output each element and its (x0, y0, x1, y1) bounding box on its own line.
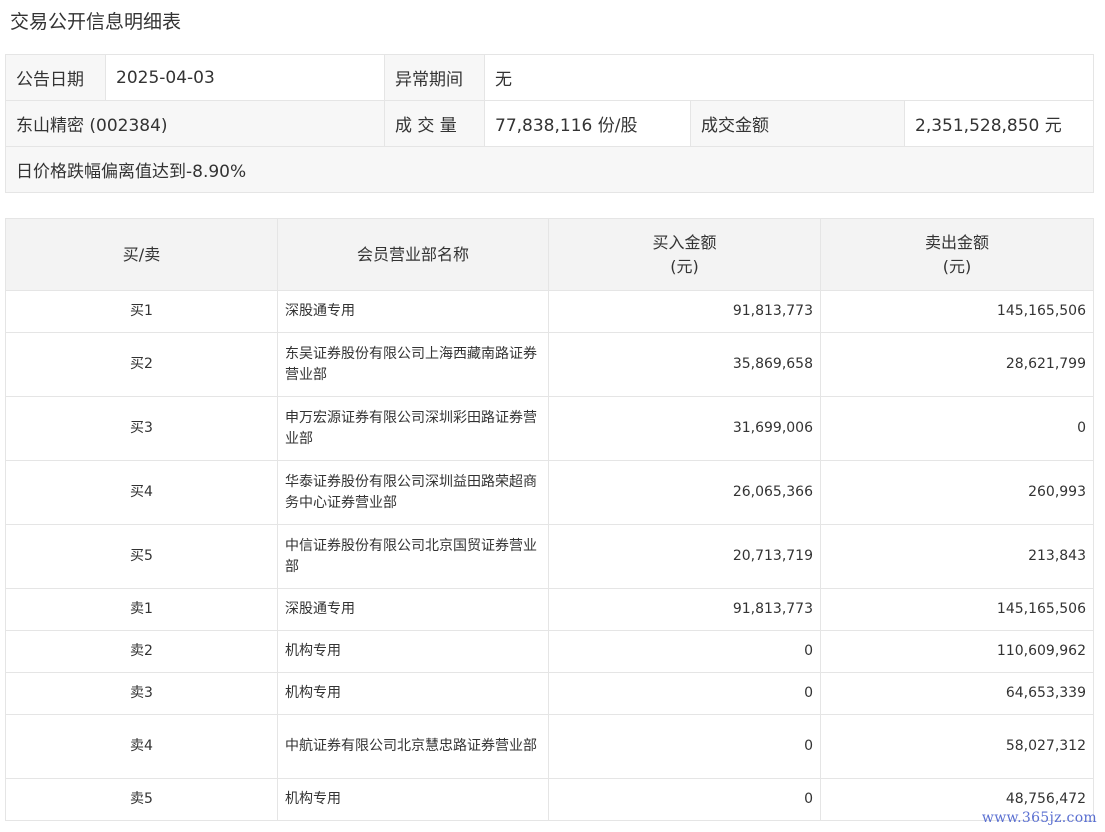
row-buy-amount: 31,699,006 (548, 396, 821, 461)
table-row: 买5 中信证券股份有限公司北京国贸证券营业部 20,713,719 213,84… (5, 524, 1094, 589)
abnormal-period-value: 无 (483, 54, 1095, 101)
amount-value: 2,351,528,850 元 (903, 100, 1095, 147)
announcement-date-label: 公告日期 (5, 54, 106, 101)
volume-label: 成 交 量 (384, 100, 485, 147)
row-side: 卖1 (5, 588, 278, 631)
row-buy-amount: 0 (548, 672, 821, 715)
row-side: 买5 (5, 524, 278, 589)
volume-value: 77,838,116 份/股 (484, 100, 691, 147)
row-broker: 东吴证券股份有限公司上海西藏南路证券营业部 (277, 332, 549, 397)
table-row: 卖3 机构专用 0 64,653,339 (5, 672, 1094, 715)
trading-detail-table: 买/卖 会员营业部名称 买入金额 (元) 卖出金额 (元) 买1 深股通专用 91,… (5, 218, 1094, 821)
row-buy-amount: 0 (548, 778, 821, 821)
row-broker: 深股通专用 (277, 290, 549, 333)
row-side: 买1 (5, 290, 278, 333)
row-sell-amount: 145,165,506 (820, 290, 1094, 333)
row-broker: 中信证券股份有限公司北京国贸证券营业部 (277, 524, 549, 589)
row-sell-amount: 110,609,962 (820, 630, 1094, 673)
row-broker: 华泰证券股份有限公司深圳益田路荣超商务中心证券营业部 (277, 460, 549, 525)
row-side: 买2 (5, 332, 278, 397)
header-side: 买/卖 (5, 218, 278, 291)
row-broker: 机构专用 (277, 672, 549, 715)
table-row: 买1 深股通专用 91,813,773 145,165,506 (5, 290, 1094, 333)
site-watermark: www.365jz.com (981, 810, 1097, 826)
row-sell-amount: 58,027,312 (820, 714, 1094, 779)
row-side: 卖4 (5, 714, 278, 779)
row-sell-amount: 213,843 (820, 524, 1094, 589)
row-buy-amount: 26,065,366 (548, 460, 821, 525)
table-row: 买4 华泰证券股份有限公司深圳益田路荣超商务中心证券营业部 26,065,366… (5, 460, 1094, 525)
row-buy-amount: 91,813,773 (548, 290, 821, 333)
table-row: 买2 东吴证券股份有限公司上海西藏南路证券营业部 35,869,658 28,6… (5, 332, 1094, 397)
row-broker: 申万宏源证券有限公司深圳彩田路证券营业部 (277, 396, 549, 461)
row-sell-amount: 145,165,506 (820, 588, 1094, 631)
row-sell-amount: 28,621,799 (820, 332, 1094, 397)
row-broker: 机构专用 (277, 630, 549, 673)
announcement-info-table: 公告日期 2025-04-03 异常期间 无 东山精密 (002384) 成 交… (4, 54, 1095, 193)
table-row: 卖4 中航证券有限公司北京慧忠路证券营业部 0 58,027,312 (5, 714, 1094, 779)
deviation-note: 日价格跌幅偏离值达到-8.90% (4, 146, 1095, 193)
table-row: 卖1 深股通专用 91,813,773 145,165,506 (5, 588, 1094, 631)
row-side: 卖5 (5, 778, 278, 821)
row-broker: 中航证券有限公司北京慧忠路证券营业部 (277, 714, 549, 779)
row-side: 买3 (5, 396, 278, 461)
row-sell-amount: 260,993 (820, 460, 1094, 525)
row-broker: 机构专用 (277, 778, 549, 821)
table-header-row: 买/卖 会员营业部名称 买入金额 (元) 卖出金额 (元) (5, 218, 1094, 291)
row-buy-amount: 35,869,658 (548, 332, 821, 397)
announcement-date-value: 2025-04-03 (105, 54, 385, 101)
header-buy-amount: 买入金额 (元) (548, 218, 821, 291)
header-sell-amount: 卖出金额 (元) (820, 218, 1094, 291)
row-sell-amount: 0 (820, 396, 1094, 461)
row-buy-amount: 20,713,719 (548, 524, 821, 589)
row-side: 买4 (5, 460, 278, 525)
row-buy-amount: 0 (548, 714, 821, 779)
page-title: 交易公开信息明细表 (10, 11, 182, 33)
row-buy-amount: 91,813,773 (548, 588, 821, 631)
table-row: 卖5 机构专用 0 48,756,472 (5, 778, 1094, 821)
row-sell-amount: 64,653,339 (820, 672, 1094, 715)
row-buy-amount: 0 (548, 630, 821, 673)
header-broker: 会员营业部名称 (277, 218, 549, 291)
amount-label: 成交金额 (690, 100, 905, 147)
table-row: 买3 申万宏源证券有限公司深圳彩田路证券营业部 31,699,006 0 (5, 396, 1094, 461)
row-side: 卖2 (5, 630, 278, 673)
row-broker: 深股通专用 (277, 588, 549, 631)
row-side: 卖3 (5, 672, 278, 715)
table-row: 卖2 机构专用 0 110,609,962 (5, 630, 1094, 673)
stock-name: 东山精密 (002384) (5, 100, 385, 147)
abnormal-period-label: 异常期间 (384, 54, 485, 101)
